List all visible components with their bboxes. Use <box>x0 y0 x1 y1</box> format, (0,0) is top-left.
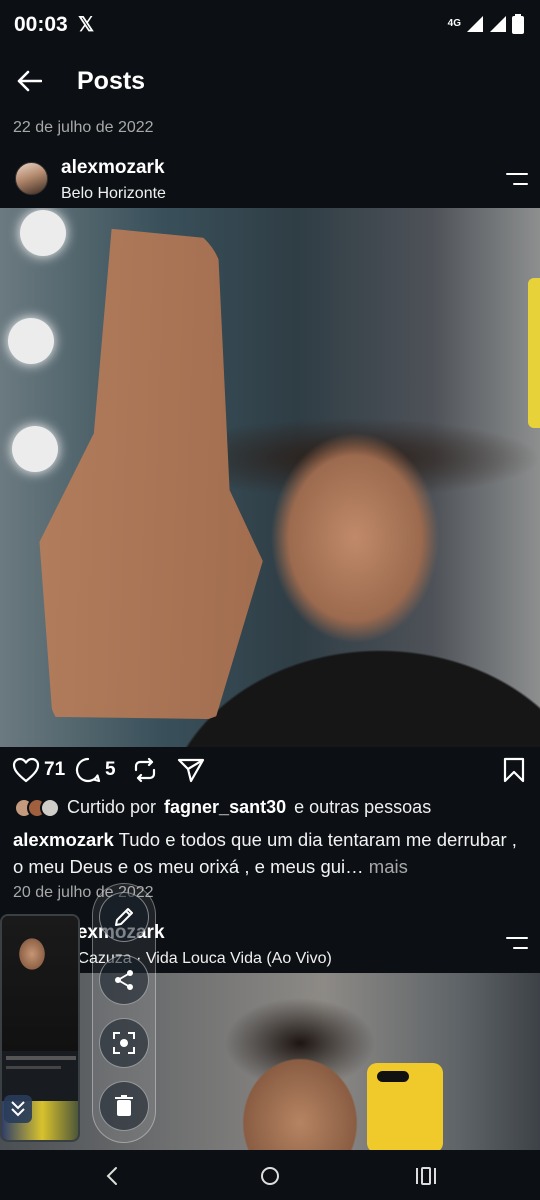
liked-by-prefix: Curtido por <box>67 797 157 817</box>
status-bar: 00:03 𝕏 4G <box>0 0 540 50</box>
nav-recents-icon <box>416 1167 436 1185</box>
more-icon-2 <box>506 937 528 939</box>
send-icon <box>177 758 205 783</box>
heart-icon <box>12 757 40 783</box>
collapse-thumbnail-button[interactable] <box>4 1095 32 1123</box>
share-button[interactable] <box>177 757 205 783</box>
post-date: 22 de julho de 2022 <box>13 119 154 136</box>
liked-by-suffix: e outras pessoas <box>294 797 432 817</box>
post-location[interactable]: Belo Horizonte <box>61 185 166 203</box>
more-icon <box>506 173 528 175</box>
network-type: 4G <box>447 18 461 29</box>
system-nav-bar <box>0 1150 540 1200</box>
save-button[interactable] <box>503 757 525 783</box>
status-indicators: 4G <box>448 14 524 34</box>
post-actions: 71 5 <box>0 757 540 787</box>
back-button[interactable] <box>14 66 44 96</box>
more-options-button-2[interactable] <box>504 936 528 952</box>
share-icon <box>115 970 133 990</box>
more-options-button[interactable] <box>504 172 528 188</box>
caption-username[interactable]: alexmozark <box>13 829 114 850</box>
delete-button[interactable] <box>99 1081 149 1131</box>
liked-by-avatars <box>14 797 60 818</box>
trash-icon <box>115 1095 133 1116</box>
scan-button[interactable] <box>99 1018 149 1068</box>
liked-by-user[interactable]: fagner_sant30 <box>164 797 286 818</box>
likes-count: 71 <box>44 759 66 780</box>
post-username[interactable]: alexmozark <box>61 157 165 179</box>
post-image-2[interactable] <box>0 973 540 1150</box>
page-title: Posts <box>77 67 146 95</box>
screenshot-toolbar <box>92 883 156 1143</box>
like-button[interactable]: 71 <box>12 757 65 783</box>
comment-button[interactable]: 5 <box>75 757 116 783</box>
x-app-icon: 𝕏 <box>78 14 95 36</box>
bookmark-icon <box>503 757 525 783</box>
comments-count: 5 <box>105 759 116 780</box>
nav-recents-button[interactable] <box>412 1162 440 1190</box>
pencil-icon <box>115 908 133 926</box>
repost-button[interactable] <box>132 757 158 783</box>
nav-back-icon <box>106 1167 117 1185</box>
repost-icon <box>134 757 156 783</box>
edit-button[interactable] <box>99 892 149 942</box>
avatar[interactable] <box>15 162 48 195</box>
arrow-left-icon <box>17 70 42 92</box>
status-time: 00:03 <box>14 13 68 36</box>
nav-back-button[interactable] <box>98 1162 126 1190</box>
post-caption[interactable]: alexmozark Tudo e todos que um dia tenta… <box>13 826 528 880</box>
caption-more-link[interactable]: mais <box>369 856 408 877</box>
post-image[interactable] <box>0 208 540 747</box>
signal-icon <box>467 16 483 32</box>
battery-icon <box>512 14 524 34</box>
share-screenshot-button[interactable] <box>99 955 149 1005</box>
liked-by-row[interactable]: Curtido por fagner_sant30 e outras pesso… <box>14 797 431 818</box>
scan-icon <box>113 1032 135 1054</box>
double-chevron-down-icon <box>11 1101 25 1117</box>
nav-home-icon <box>261 1167 279 1185</box>
signal-icon-2 <box>490 16 506 32</box>
header: Posts <box>0 58 540 104</box>
nav-home-button[interactable] <box>256 1162 284 1190</box>
comment-icon <box>75 757 101 783</box>
